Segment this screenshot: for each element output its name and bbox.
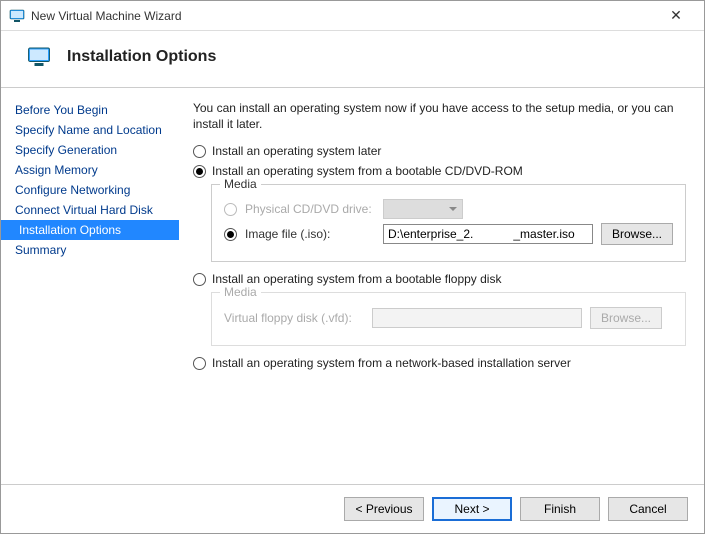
wizard-window: New Virtual Machine Wizard ✕ Installatio… bbox=[0, 0, 705, 534]
close-icon[interactable]: ✕ bbox=[656, 7, 696, 24]
sidebar-item-memory[interactable]: Assign Memory bbox=[1, 160, 179, 180]
option-label: Install an operating system later bbox=[212, 144, 381, 158]
option-install-later[interactable]: Install an operating system later bbox=[193, 144, 686, 158]
app-icon bbox=[9, 8, 25, 24]
cd-media-group: Media Physical CD/DVD drive: Image file … bbox=[211, 184, 686, 262]
floppy-label: Virtual floppy disk (.vfd): bbox=[224, 311, 364, 325]
option-install-floppy[interactable]: Install an operating system from a boota… bbox=[193, 272, 686, 286]
previous-button[interactable]: < Previous bbox=[344, 497, 424, 521]
footer: < Previous Next > Finish Cancel bbox=[1, 484, 704, 533]
image-file-label: Image file (.iso): bbox=[245, 227, 375, 241]
physical-drive-combo bbox=[383, 199, 463, 219]
sidebar-item-summary[interactable]: Summary bbox=[1, 240, 179, 260]
window-title: New Virtual Machine Wizard bbox=[31, 9, 656, 23]
sidebar-item-name[interactable]: Specify Name and Location bbox=[1, 120, 179, 140]
option-install-cd[interactable]: Install an operating system from a boota… bbox=[193, 164, 686, 178]
option-label: Install an operating system from a boota… bbox=[212, 272, 502, 286]
option-install-network[interactable]: Install an operating system from a netwo… bbox=[193, 356, 686, 370]
physical-drive-label: Physical CD/DVD drive: bbox=[245, 202, 375, 216]
image-file-input[interactable] bbox=[383, 224, 593, 244]
floppy-row: Virtual floppy disk (.vfd): Browse... bbox=[224, 307, 673, 329]
floppy-input bbox=[372, 308, 582, 328]
intro-text: You can install an operating system now … bbox=[193, 100, 686, 132]
next-button[interactable]: Next > bbox=[432, 497, 512, 521]
sidebar-item-generation[interactable]: Specify Generation bbox=[1, 140, 179, 160]
option-label: Install an operating system from a netwo… bbox=[212, 356, 571, 370]
radio-icon bbox=[224, 203, 237, 216]
browse-button-disabled: Browse... bbox=[590, 307, 662, 329]
sidebar-item-disk[interactable]: Connect Virtual Hard Disk bbox=[1, 200, 179, 220]
wizard-icon bbox=[27, 45, 51, 69]
floppy-media-group: Media Virtual floppy disk (.vfd): Browse… bbox=[211, 292, 686, 346]
sidebar-item-network[interactable]: Configure Networking bbox=[1, 180, 179, 200]
group-legend: Media bbox=[220, 177, 261, 191]
radio-icon[interactable] bbox=[224, 228, 237, 241]
sidebar-item-before[interactable]: Before You Begin bbox=[1, 100, 179, 120]
content: You can install an operating system now … bbox=[179, 88, 704, 484]
radio-icon bbox=[193, 165, 206, 178]
finish-button[interactable]: Finish bbox=[520, 497, 600, 521]
radio-icon bbox=[193, 145, 206, 158]
radio-icon bbox=[193, 357, 206, 370]
sidebar-item-install[interactable]: Installation Options bbox=[1, 220, 179, 240]
physical-drive-row: Physical CD/DVD drive: bbox=[224, 199, 673, 219]
browse-button[interactable]: Browse... bbox=[601, 223, 673, 245]
option-label: Install an operating system from a boota… bbox=[212, 164, 523, 178]
titlebar: New Virtual Machine Wizard ✕ bbox=[1, 1, 704, 31]
radio-icon bbox=[193, 273, 206, 286]
header: Installation Options bbox=[1, 31, 704, 88]
page-title: Installation Options bbox=[67, 48, 216, 66]
image-file-row: Image file (.iso): Browse... bbox=[224, 223, 673, 245]
group-legend: Media bbox=[220, 285, 261, 299]
sidebar: Before You Begin Specify Name and Locati… bbox=[1, 88, 179, 484]
cancel-button[interactable]: Cancel bbox=[608, 497, 688, 521]
